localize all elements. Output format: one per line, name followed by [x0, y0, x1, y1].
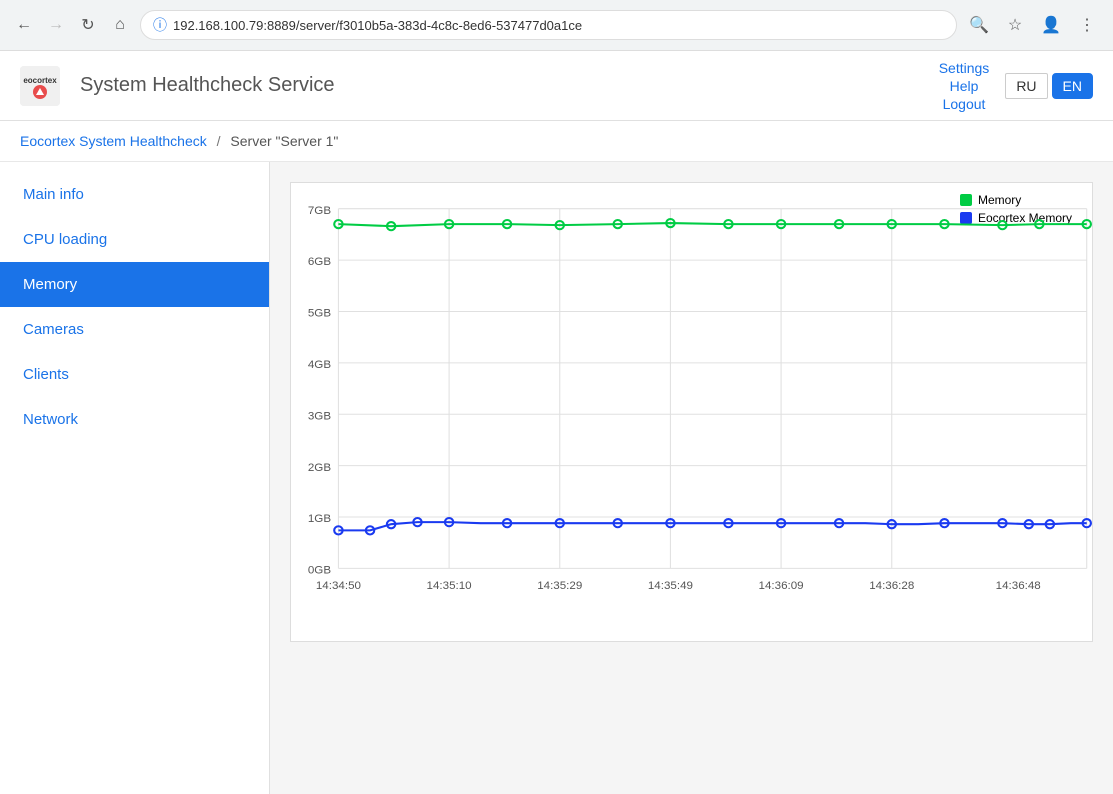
svg-text:5GB: 5GB	[308, 308, 332, 320]
logo-icon: eocortex	[20, 66, 60, 106]
svg-text:3GB: 3GB	[308, 410, 332, 422]
svg-text:14:35:29: 14:35:29	[537, 580, 582, 592]
breadcrumb-root[interactable]: Eocortex System Healthcheck	[20, 133, 207, 149]
back-button[interactable]: ←	[12, 13, 36, 37]
sidebar-item-memory[interactable]: Memory	[0, 262, 269, 307]
help-link[interactable]: Help	[950, 78, 979, 94]
main-content: Main info CPU loading Memory Cameras Cli…	[0, 162, 1113, 794]
sidebar: Main info CPU loading Memory Cameras Cli…	[0, 162, 270, 794]
memory-chart-svg: 7GB 6GB 5GB 4GB 3GB 2GB 1GB 0GB	[291, 183, 1092, 604]
breadcrumb-current: Server "Server 1"	[230, 133, 338, 149]
svg-text:14:36:28: 14:36:28	[869, 580, 914, 592]
bookmark-button[interactable]: ☆	[1001, 11, 1029, 39]
logout-link[interactable]: Logout	[943, 96, 986, 112]
sidebar-item-cameras[interactable]: Cameras	[0, 307, 269, 352]
menu-button[interactable]: ⋮	[1073, 11, 1101, 39]
sidebar-item-network[interactable]: Network	[0, 397, 269, 442]
logo-area: eocortex	[20, 66, 60, 106]
svg-text:0GB: 0GB	[308, 565, 332, 577]
svg-text:14:36:09: 14:36:09	[759, 580, 804, 592]
sidebar-item-main-info[interactable]: Main info	[0, 172, 269, 217]
profile-button[interactable]: 👤	[1037, 11, 1065, 39]
address-bar[interactable]: ⓘ 192.168.100.79:8889/server/f3010b5a-38…	[140, 10, 957, 40]
svg-text:1GB: 1GB	[308, 513, 332, 525]
app-header: eocortex System Healthcheck Service Sett…	[0, 51, 1113, 121]
svg-text:14:36:48: 14:36:48	[996, 580, 1041, 592]
url-text: 192.168.100.79:8889/server/f3010b5a-383d…	[173, 18, 582, 33]
sidebar-item-clients[interactable]: Clients	[0, 352, 269, 397]
search-button[interactable]: 🔍	[965, 11, 993, 39]
browser-actions: 🔍 ☆ 👤 ⋮	[965, 11, 1101, 39]
svg-text:4GB: 4GB	[308, 359, 332, 371]
home-button[interactable]: ⌂	[108, 13, 132, 37]
reload-button[interactable]: ↻	[76, 13, 100, 37]
browser-chrome: ← → ↻ ⌂ ⓘ 192.168.100.79:8889/server/f30…	[0, 0, 1113, 51]
chart-area: Memory Eocortex Memory 7GB 6GB 5GB 4GB 3…	[270, 162, 1113, 794]
header-nav: Settings Help Logout	[939, 60, 990, 112]
svg-text:14:35:10: 14:35:10	[427, 580, 472, 592]
svg-text:14:34:50: 14:34:50	[316, 580, 361, 592]
svg-text:eocortex: eocortex	[23, 76, 57, 85]
forward-button[interactable]: →	[44, 13, 68, 37]
lang-group: RU EN	[1005, 73, 1093, 99]
lang-ru-button[interactable]: RU	[1005, 73, 1047, 99]
sidebar-item-cpu-loading[interactable]: CPU loading	[0, 217, 269, 262]
breadcrumb-bar: Eocortex System Healthcheck / Server "Se…	[0, 121, 1113, 162]
security-icon: ⓘ	[153, 15, 167, 35]
svg-text:2GB: 2GB	[308, 462, 332, 474]
svg-text:6GB: 6GB	[308, 256, 332, 268]
settings-link[interactable]: Settings	[939, 60, 990, 76]
lang-en-button[interactable]: EN	[1052, 73, 1093, 99]
breadcrumb-separator: /	[217, 133, 221, 149]
svg-text:14:35:49: 14:35:49	[648, 580, 693, 592]
app-title: System Healthcheck Service	[80, 74, 939, 97]
chart-container: Memory Eocortex Memory 7GB 6GB 5GB 4GB 3…	[290, 182, 1093, 642]
svg-text:7GB: 7GB	[308, 205, 332, 217]
